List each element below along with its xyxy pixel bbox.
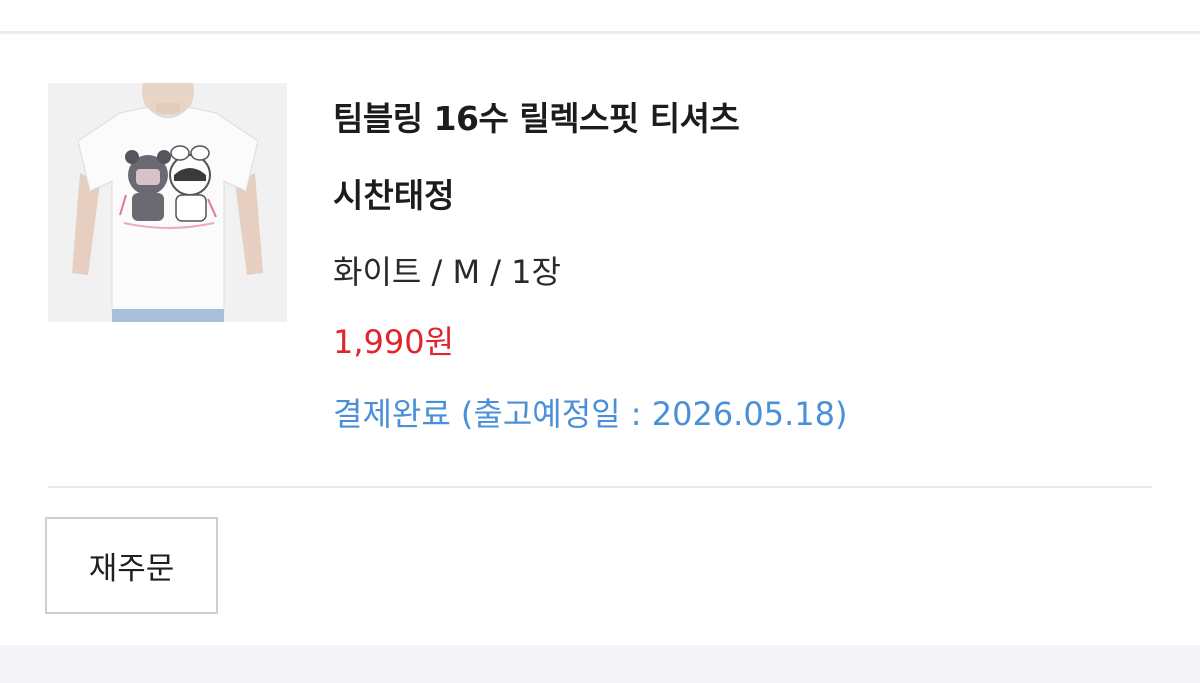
product-options: 화이트 / M / 1장 <box>333 253 561 291</box>
product-variant: 시찬태정 <box>333 176 455 215</box>
item-divider <box>48 486 1152 488</box>
order-item: 팀블링 16수 릴렉스핏 티셔츠 시찬태정 화이트 / M / 1장 1,990… <box>0 34 1200 486</box>
order-status: 결제완료 (출고예정일 : 2026.05.18) <box>333 395 848 433</box>
reorder-button[interactable]: 재주문 <box>45 517 218 614</box>
product-thumbnail[interactable] <box>48 83 287 322</box>
bottom-section-background <box>0 645 1200 683</box>
tshirt-product-photo <box>48 83 287 322</box>
product-price: 1,990원 <box>333 323 455 361</box>
product-name[interactable]: 팀블링 16수 릴렉스핏 티셔츠 <box>333 92 740 140</box>
